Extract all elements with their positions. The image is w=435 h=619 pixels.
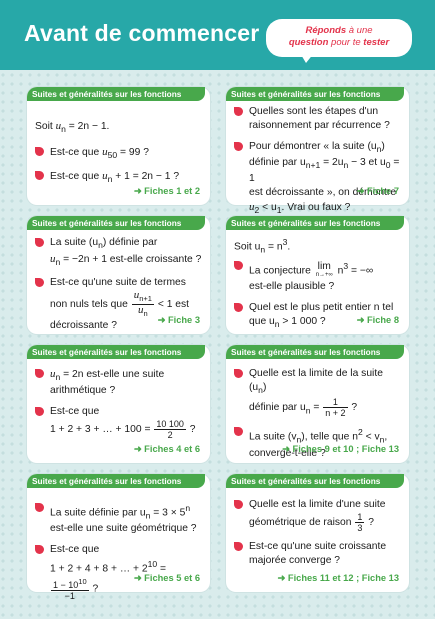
fraction: 13 [355,512,365,533]
bubble-word: question [288,37,329,48]
fiche-reference-link[interactable]: ➜ Fiches 11 et 12 ; Fiche 13 [278,573,399,584]
bubble-word: à une [346,25,373,36]
speech-bubble: Réponds à une question pour te tester [266,19,412,57]
card-tag: Suites et généralités sur les fonctions [27,474,205,488]
question-item: Est-ce que u50 = 99 ? [35,145,204,162]
card-tag: Suites et généralités sur les fonctions [27,216,205,230]
quiz-card-2: Suites et généralités sur les fonctions … [226,87,409,215]
fraction: 10 100 2 [154,419,186,441]
question-item: Est-ce qu'une suite croissante majorée c… [234,540,403,568]
fiche-reference-link[interactable]: ➜ Fiche 3 [158,315,200,326]
card-tag: Suites et généralités sur les fonctions [226,474,404,488]
quiz-card-6: Suites et généralités sur les fonctions … [226,345,409,463]
question-item: Quelles sont les étapes d'un raisonnemen… [234,105,403,133]
question-item: Est-ce que un + 1 = 2n − 1 ? [35,169,204,186]
page-title: Avant de commencer [24,20,260,46]
quiz-card-5: Suites et généralités sur les fonctions … [27,345,210,463]
card-tag: Suites et généralités sur les fonctions [27,87,205,101]
fraction: un+1 un [131,289,154,318]
fiche-reference-link[interactable]: ➜ Fiche 8 [357,315,399,326]
bubble-word: pour te [328,37,364,48]
question-item: Quelle est la limite de la suite (un) dé… [234,367,403,418]
question-item: La conjecture lim n→+∞ n3 = −∞ est-elle p… [234,259,403,294]
card-statement: Soit un = 2n − 1. [35,120,110,135]
question-item: Quelle est la limite d'une suite géométr… [234,498,403,533]
card-tag: Suites et généralités sur les fonctions [27,345,205,359]
question-item: Pour démontrer « la suite (un) définie p… [234,140,403,217]
quiz-card-1: Suites et généralités sur les fonctions … [27,87,210,205]
quiz-card-8: Suites et généralités sur les fonctions … [226,474,409,592]
quiz-card-3: Suites et généralités sur les fonctions … [27,216,210,334]
card-tag: Suites et généralités sur les fonctions [226,345,404,359]
fiche-reference-link[interactable]: ➜ Fiches 5 et 6 [134,573,200,584]
fraction: 1 − 1010 −1 [51,576,89,601]
fiche-reference-link[interactable]: ➜ Fiches 4 et 6 [134,444,200,455]
question-item: Est-ce que 1 + 2 + 3 + … + 100 = 10 100 2… [35,405,204,440]
card-statement: Soit un = n3. [234,237,291,255]
limit-symbol: lim n→+∞ [315,261,333,279]
quiz-card-4: Suites et généralités sur les fonctions … [226,216,409,334]
fraction: 1n + 2 [323,397,348,419]
card-tag: Suites et généralités sur les fonctions [226,87,404,101]
fiche-reference-link[interactable]: ➜ Fiche 7 [357,186,399,197]
bubble-word: tester [363,37,390,48]
quiz-card-7: Suites et généralités sur les fonctions … [27,474,210,601]
question-item: La suite (un) définie par un = −2n + 1 e… [35,236,204,269]
speech-bubble-tail [300,53,314,63]
question-item: La suite définie par un = 3 × 5n est-ell… [35,501,204,536]
fiche-reference-link[interactable]: ➜ Fiches 1 et 2 [134,186,200,197]
fiche-reference-link[interactable]: ➜ Fiches 9 et 10 ; Fiche 13 [282,444,399,455]
bubble-word: Réponds [305,25,347,36]
question-item: La suite (vn), telle que n2 < vn, conver… [234,425,403,460]
question-item: un = 2n est-elle une suite arithmétique … [35,367,204,398]
card-tag: Suites et généralités sur les fonctions [226,216,404,230]
